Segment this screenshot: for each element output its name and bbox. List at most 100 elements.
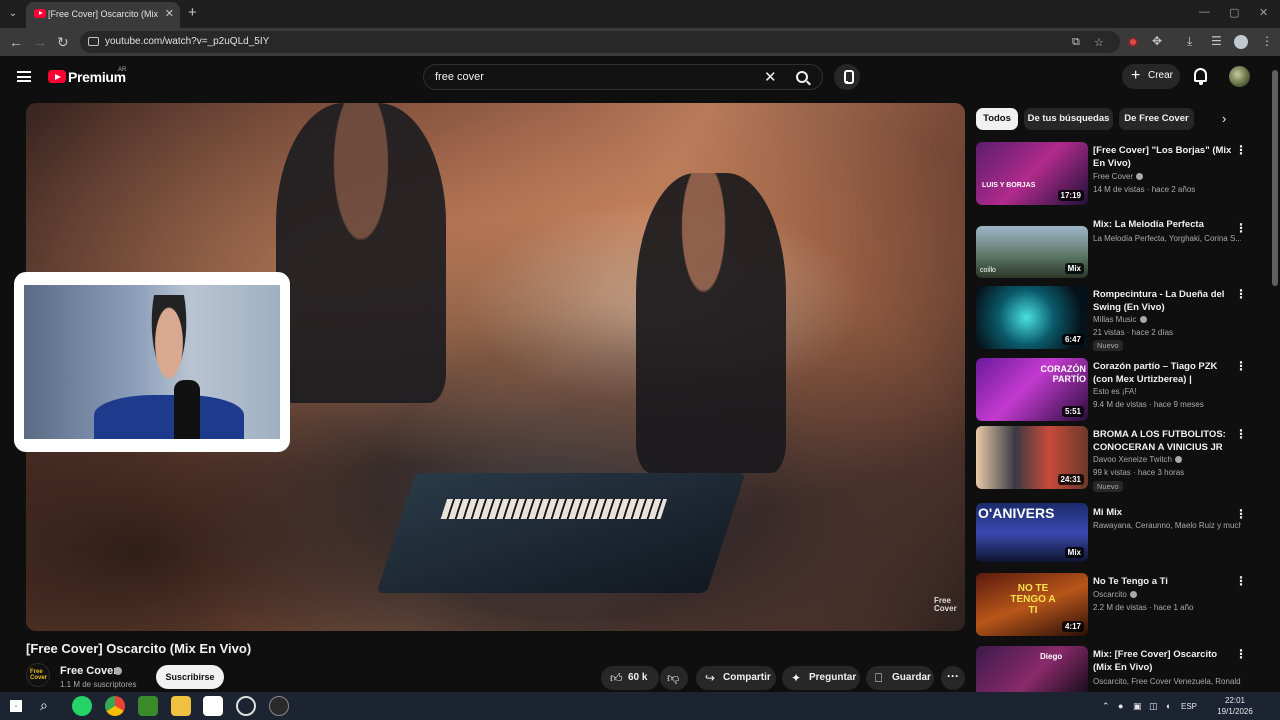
recommendation-thumbnail[interactable]: CORAZÓN PARTÍO 5:51 bbox=[976, 358, 1088, 421]
scrollbar-thumb[interactable] bbox=[1272, 70, 1278, 286]
minimize-window-icon[interactable]: — bbox=[1199, 6, 1210, 18]
recommendation-thumbnail[interactable]: 6:47 bbox=[976, 286, 1088, 349]
search-icon[interactable] bbox=[796, 71, 808, 83]
ask-button[interactable]: ✦ Preguntar bbox=[782, 666, 860, 690]
chip-all[interactable]: Todos bbox=[976, 108, 1018, 130]
close-window-icon[interactable]: ✕ bbox=[1259, 6, 1268, 19]
maximize-window-icon[interactable]: ▢ bbox=[1229, 6, 1239, 19]
recommendation-thumbnail[interactable]: coillo Mix bbox=[976, 226, 1088, 278]
recommendation-thumbnail[interactable]: 24:31 bbox=[976, 426, 1088, 489]
forward-arrow-icon[interactable]: → bbox=[33, 34, 47, 50]
like-button[interactable]: 👍︎ 60 k bbox=[601, 666, 659, 690]
extensions-puzzle-icon[interactable]: ✥ bbox=[1152, 34, 1162, 48]
downloads-icon[interactable]: ⤓ bbox=[1187, 34, 1192, 48]
install-app-icon[interactable]: ⧉ bbox=[1072, 36, 1080, 49]
recommendation-thumbnail[interactable]: Diego bbox=[976, 646, 1088, 692]
file-explorer-icon[interactable] bbox=[171, 696, 191, 716]
whatsapp-icon[interactable] bbox=[72, 696, 92, 716]
recommendation-title[interactable]: Rompecintura - La Dueña del Swing (En Vi… bbox=[1093, 288, 1235, 314]
recommendation-title[interactable]: Mix: La Melodía Perfecta bbox=[1093, 218, 1235, 231]
subscribe-button[interactable]: Suscribirse bbox=[156, 665, 224, 689]
recommendation-item[interactable]: 24:31 BROMA A LOS FUTBOLITOS: CONOCERAN … bbox=[976, 426, 1256, 492]
recommendation-channel[interactable]: Millas Music bbox=[1093, 315, 1137, 324]
browser-tab-active[interactable]: [Free Cover] Oscarcito (Mix En Vivo) ✕ bbox=[26, 2, 180, 28]
search-query[interactable]: free cover bbox=[435, 71, 484, 83]
recommendation-channel[interactable]: La Melodía Perfecta, Yorghaki, Corina S.… bbox=[1093, 234, 1241, 243]
clock-time[interactable]: 22:01 bbox=[1205, 696, 1265, 705]
kebab-menu-icon[interactable]: ⋮ bbox=[1235, 288, 1247, 300]
recommendation-item[interactable]: LUIS Y BORJAS 17:19 [Free Cover] "Los Bo… bbox=[976, 142, 1256, 206]
more-actions-icon[interactable]: ··· bbox=[941, 666, 965, 690]
chrome-icon[interactable] bbox=[105, 696, 125, 716]
recommendation-title[interactable]: No Te Tengo a Ti bbox=[1093, 575, 1235, 588]
display-tray-icon[interactable]: ▣ bbox=[1133, 701, 1142, 712]
back-arrow-icon[interactable]: ← bbox=[9, 34, 23, 50]
voice-search-mic-icon[interactable] bbox=[834, 64, 860, 90]
kebab-menu-icon[interactable]: ⋮ bbox=[1235, 508, 1247, 520]
obs-icon[interactable] bbox=[236, 696, 256, 716]
network-icon[interactable]: ◫ bbox=[1149, 701, 1158, 712]
hamburger-menu-icon[interactable] bbox=[17, 71, 31, 82]
reading-list-icon[interactable]: ☰ bbox=[1211, 34, 1222, 48]
kebab-menu-icon[interactable]: ⋮ bbox=[1235, 428, 1247, 440]
recommendation-channel[interactable]: Oscarcito bbox=[1093, 590, 1127, 599]
notifications-bell-icon[interactable] bbox=[1194, 68, 1207, 85]
recommendation-item[interactable]: NO TE TENGO A TI 4:17 No Te Tengo a Ti O… bbox=[976, 573, 1256, 637]
user-avatar[interactable] bbox=[1229, 66, 1250, 87]
recommendation-item[interactable]: 6:47 Rompecintura - La Dueña del Swing (… bbox=[976, 286, 1256, 351]
bookmark-star-icon[interactable]: ☆ bbox=[1094, 36, 1104, 49]
create-button[interactable]: + Crear bbox=[1122, 64, 1180, 89]
recommendation-thumbnail[interactable]: NO TE TENGO A TI 4:17 bbox=[976, 573, 1088, 636]
browser-profile-icon[interactable] bbox=[1234, 35, 1248, 49]
tab-close-icon[interactable]: ✕ bbox=[165, 7, 174, 20]
dislike-button[interactable]: 👎︎ bbox=[660, 666, 688, 690]
recommendation-channel[interactable]: Rawayana, Ceraunno, Maelo Ruiz y much... bbox=[1093, 521, 1241, 530]
channel-watermark[interactable]: Free Cover bbox=[934, 597, 965, 613]
recommendation-channel[interactable]: Esto es ¡FA! bbox=[1093, 387, 1241, 396]
keyboard-language[interactable]: ESP bbox=[1181, 702, 1197, 711]
taskbar-search-icon[interactable]: ⌕ bbox=[40, 698, 48, 712]
windows-start-icon[interactable] bbox=[10, 700, 22, 712]
recommendation-channel[interactable]: Davoo Xeneize Twitch bbox=[1093, 455, 1172, 464]
kebab-menu-icon[interactable]: ⋮ bbox=[1235, 575, 1247, 587]
save-button[interactable]: ⎕ Guardar bbox=[866, 666, 934, 690]
capcut-icon[interactable] bbox=[203, 696, 223, 716]
recording-extension-icon[interactable] bbox=[1128, 37, 1138, 47]
recommendation-channel[interactable]: Free Cover bbox=[1093, 172, 1133, 181]
recommendation-item[interactable]: O'ANIVERS Mix Mi Mix Rawayana, Ceraunno,… bbox=[976, 498, 1256, 562]
chip-from-searches[interactable]: De tus búsquedas bbox=[1024, 108, 1113, 130]
recommendation-thumbnail[interactable]: O'ANIVERS Mix bbox=[976, 503, 1088, 562]
search-clear-icon[interactable]: ✕ bbox=[764, 68, 777, 86]
channel-name[interactable]: Free Cover bbox=[60, 665, 117, 677]
minecraft-icon[interactable] bbox=[138, 696, 158, 716]
microphone-tray-icon[interactable]: ● bbox=[1118, 701, 1123, 711]
recommendation-channel[interactable]: Oscarcito, Free Cover Venezuela, Ronald … bbox=[1093, 677, 1241, 686]
recommendation-item[interactable]: coillo Mix Mix: La Melodía Perfecta La M… bbox=[976, 214, 1256, 278]
recommendation-title[interactable]: Mi Mix bbox=[1093, 506, 1235, 519]
chevron-right-icon[interactable]: › bbox=[1222, 111, 1226, 126]
browser-menu-icon[interactable]: ⋮ bbox=[1261, 34, 1273, 48]
tab-search-chevron-icon[interactable]: ⌄ bbox=[4, 5, 22, 23]
share-button[interactable]: ↪ Compartir bbox=[696, 666, 776, 690]
channel-avatar[interactable]: Free Cover bbox=[26, 663, 50, 687]
tray-overflow-chevron-icon[interactable]: ⌃ bbox=[1102, 701, 1110, 712]
search-input[interactable]: free cover ✕ bbox=[423, 64, 823, 90]
kebab-menu-icon[interactable]: ⋮ bbox=[1235, 648, 1247, 660]
recommendation-item[interactable]: CORAZÓN PARTÍO 5:51 Corazón partío – Tia… bbox=[976, 358, 1256, 422]
clock-date[interactable]: 19/1/2026 bbox=[1205, 707, 1265, 716]
recommendation-title[interactable]: Mix: [Free Cover] Oscarcito (Mix En Vivo… bbox=[1093, 648, 1235, 674]
site-info-icon[interactable] bbox=[88, 37, 99, 46]
youtube-logo-icon[interactable] bbox=[48, 70, 66, 83]
recommendation-thumbnail[interactable]: LUIS Y BORJAS 17:19 bbox=[976, 142, 1088, 205]
recommendation-title[interactable]: [Free Cover] "Los Borjas" (Mix En Vivo) bbox=[1093, 144, 1235, 170]
url-text[interactable]: youtube.com/watch?v=_p2uQLd_5IY bbox=[105, 36, 269, 47]
recommendation-item[interactable]: Diego Mix: [Free Cover] Oscarcito (Mix E… bbox=[976, 646, 1256, 692]
new-tab-plus-icon[interactable]: + bbox=[188, 5, 197, 21]
volume-icon[interactable]: ◖ bbox=[1165, 701, 1170, 711]
reload-icon[interactable]: ↻ bbox=[57, 34, 69, 50]
kebab-menu-icon[interactable]: ⋮ bbox=[1235, 360, 1247, 372]
chip-from-channel[interactable]: De Free Cover bbox=[1119, 108, 1194, 130]
kebab-menu-icon[interactable]: ⋮ bbox=[1235, 144, 1247, 156]
omnibox[interactable]: youtube.com/watch?v=_p2uQLd_5IY ⧉ ☆ bbox=[80, 31, 1120, 53]
recommendation-title[interactable]: Corazón partío – Tiago PZK (con Mex Urti… bbox=[1093, 360, 1235, 386]
